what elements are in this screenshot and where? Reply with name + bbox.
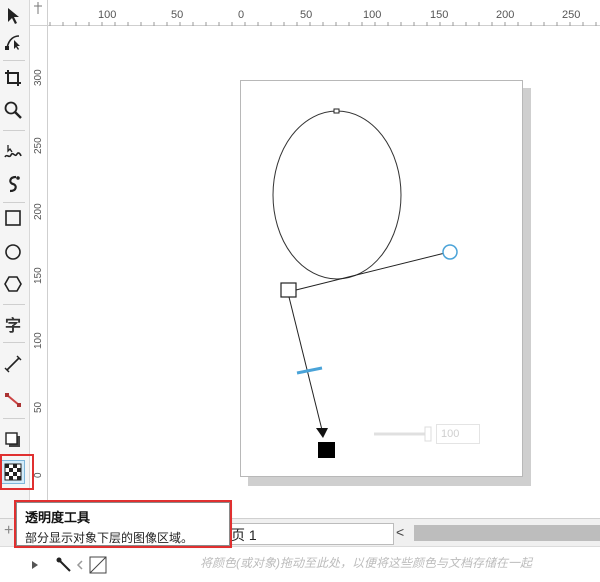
- drawing-objects: [272, 108, 458, 458]
- highlight-transparency-tool: [0, 454, 34, 490]
- transparency-vector-line: [288, 296, 323, 431]
- ellipse-object[interactable]: [272, 110, 402, 280]
- document-palette-bar: 将颜色(或对象)拖动至此处，以便将这些颜色与文档存储在一起: [0, 546, 600, 582]
- horizontal-scrollbar[interactable]: [414, 525, 600, 541]
- palette-scroll-icon: [76, 560, 83, 570]
- palette-hint-text: 将颜色(或对象)拖动至此处，以便将这些颜色与文档存储在一起: [200, 556, 532, 570]
- ellipse-node-handle[interactable]: [333, 108, 340, 114]
- transparency-end-handle[interactable]: [442, 244, 458, 260]
- transparency-end-square[interactable]: [318, 442, 335, 458]
- highlight-tooltip: [14, 500, 232, 548]
- transparency-start-handle[interactable]: [280, 282, 297, 298]
- transparency-direction-line: [295, 251, 450, 291]
- scroll-left-icon[interactable]: <: [396, 524, 404, 540]
- palette-expand-icon: [32, 561, 38, 569]
- transparency-slider[interactable]: 100: [370, 421, 482, 447]
- vector-arrowhead: [316, 428, 328, 438]
- palette-tools: [32, 556, 107, 574]
- transparency-midpoint-slider[interactable]: [296, 366, 323, 375]
- page-tab-1[interactable]: 页 1: [226, 523, 394, 545]
- slider-value-field[interactable]: 100: [436, 424, 480, 444]
- add-page-icon[interactable]: +: [4, 522, 13, 540]
- slider-track[interactable]: [370, 421, 436, 447]
